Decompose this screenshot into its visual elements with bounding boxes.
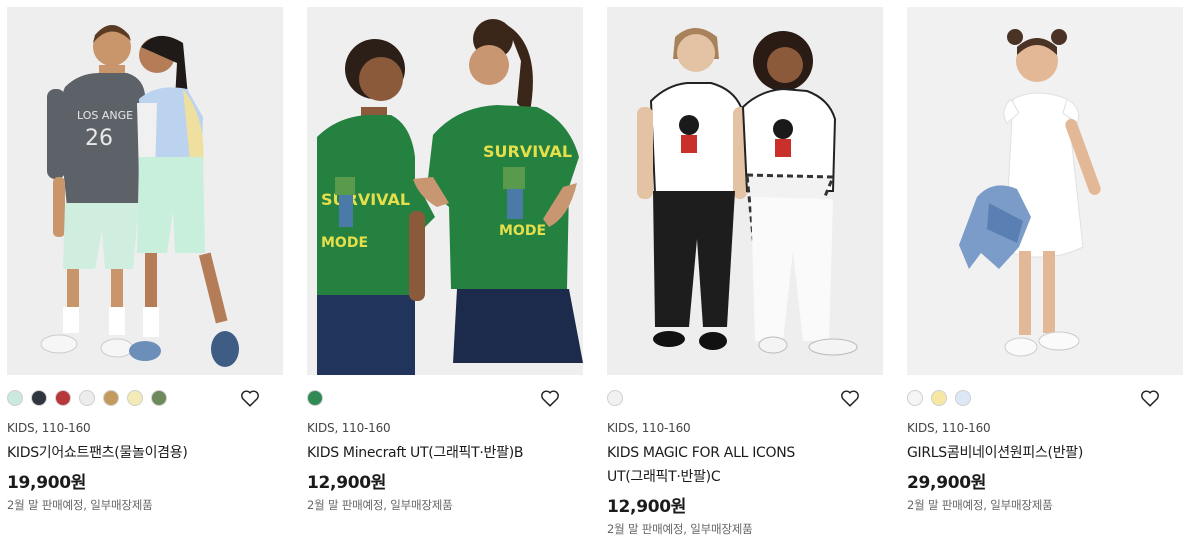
color-swatch[interactable] [103,390,119,406]
color-swatch[interactable] [31,390,47,406]
product-card[interactable]: LOS ANGE 26 KIDS, 110-160 KIDS기어쇼트팬츠(물놀이… [7,7,283,513]
color-swatch[interactable] [607,390,623,406]
color-swatch[interactable] [307,390,323,406]
heart-icon[interactable] [839,387,861,409]
product-price: 12,900원 [607,497,687,517]
product-name[interactable]: KIDS Minecraft UT(그래픽T·반팔)B [307,441,583,465]
color-swatch[interactable] [127,390,143,406]
product-category: KIDS, 110-160 [607,421,691,435]
product-note: 2월 말 판매예정, 일부매장제품 [307,498,453,512]
product-name-line1: KIDS MAGIC FOR ALL ICONS [607,445,796,461]
color-swatches-row [307,389,583,413]
product-note: 2월 말 판매예정, 일부매장제품 [607,522,753,536]
color-swatch[interactable] [55,390,71,406]
heart-icon[interactable] [539,387,561,409]
product-card[interactable]: SURVIVAL MODE SURVIVAL MODE KIDS, 110-16… [307,7,583,513]
svg-text:26: 26 [85,126,113,151]
color-swatches-row [907,389,1183,413]
svg-text:SURVIVAL: SURVIVAL [483,142,572,161]
product-name-line2: UT(그래픽T·반팔)C [607,469,721,485]
color-swatches-row [7,389,283,413]
heart-icon[interactable] [239,387,261,409]
product-grid: LOS ANGE 26 KIDS, 110-160 KIDS기어쇼트팬츠(물놀이… [0,0,1191,539]
kids-shorts-photo[interactable]: LOS ANGE 26 [7,7,283,375]
svg-text:SURVIVAL: SURVIVAL [321,190,410,209]
color-swatches-row [607,389,883,413]
product-category: KIDS, 110-160 [307,421,391,435]
product-category: KIDS, 110-160 [907,421,991,435]
svg-text:MODE: MODE [321,235,368,251]
product-note: 2월 말 판매예정, 일부매장제품 [907,498,1053,512]
color-swatch[interactable] [79,390,95,406]
product-card[interactable]: KIDS, 110-160 GIRLS콤비네이션원피스(반팔) 29,900원 … [907,7,1183,513]
product-price: 12,900원 [307,473,387,493]
product-note: 2월 말 판매예정, 일부매장제품 [7,498,153,512]
color-swatch[interactable] [931,390,947,406]
product-card[interactable]: KIDS, 110-160 KIDS MAGIC FOR ALL ICONS U… [607,7,883,537]
heart-icon[interactable] [1139,387,1161,409]
mickey-tee-photo[interactable] [607,7,883,375]
color-swatch[interactable] [7,390,23,406]
svg-text:MODE: MODE [499,223,546,239]
svg-text:LOS ANGE: LOS ANGE [77,109,133,122]
color-swatch[interactable] [151,390,167,406]
color-swatch[interactable] [955,390,971,406]
product-category: KIDS, 110-160 [7,421,91,435]
minecraft-tee-photo[interactable]: SURVIVAL MODE SURVIVAL MODE [307,7,583,375]
product-price: 29,900원 [907,473,987,493]
product-name[interactable]: GIRLS콤비네이션원피스(반팔) [907,441,1183,465]
girls-dress-photo[interactable] [907,7,1183,375]
color-swatch[interactable] [907,390,923,406]
product-name[interactable]: KIDS MAGIC FOR ALL ICONS UT(그래픽T·반팔)C [607,441,883,489]
product-name[interactable]: KIDS기어쇼트팬츠(물놀이겸용) [7,441,283,465]
product-price: 19,900원 [7,473,87,493]
